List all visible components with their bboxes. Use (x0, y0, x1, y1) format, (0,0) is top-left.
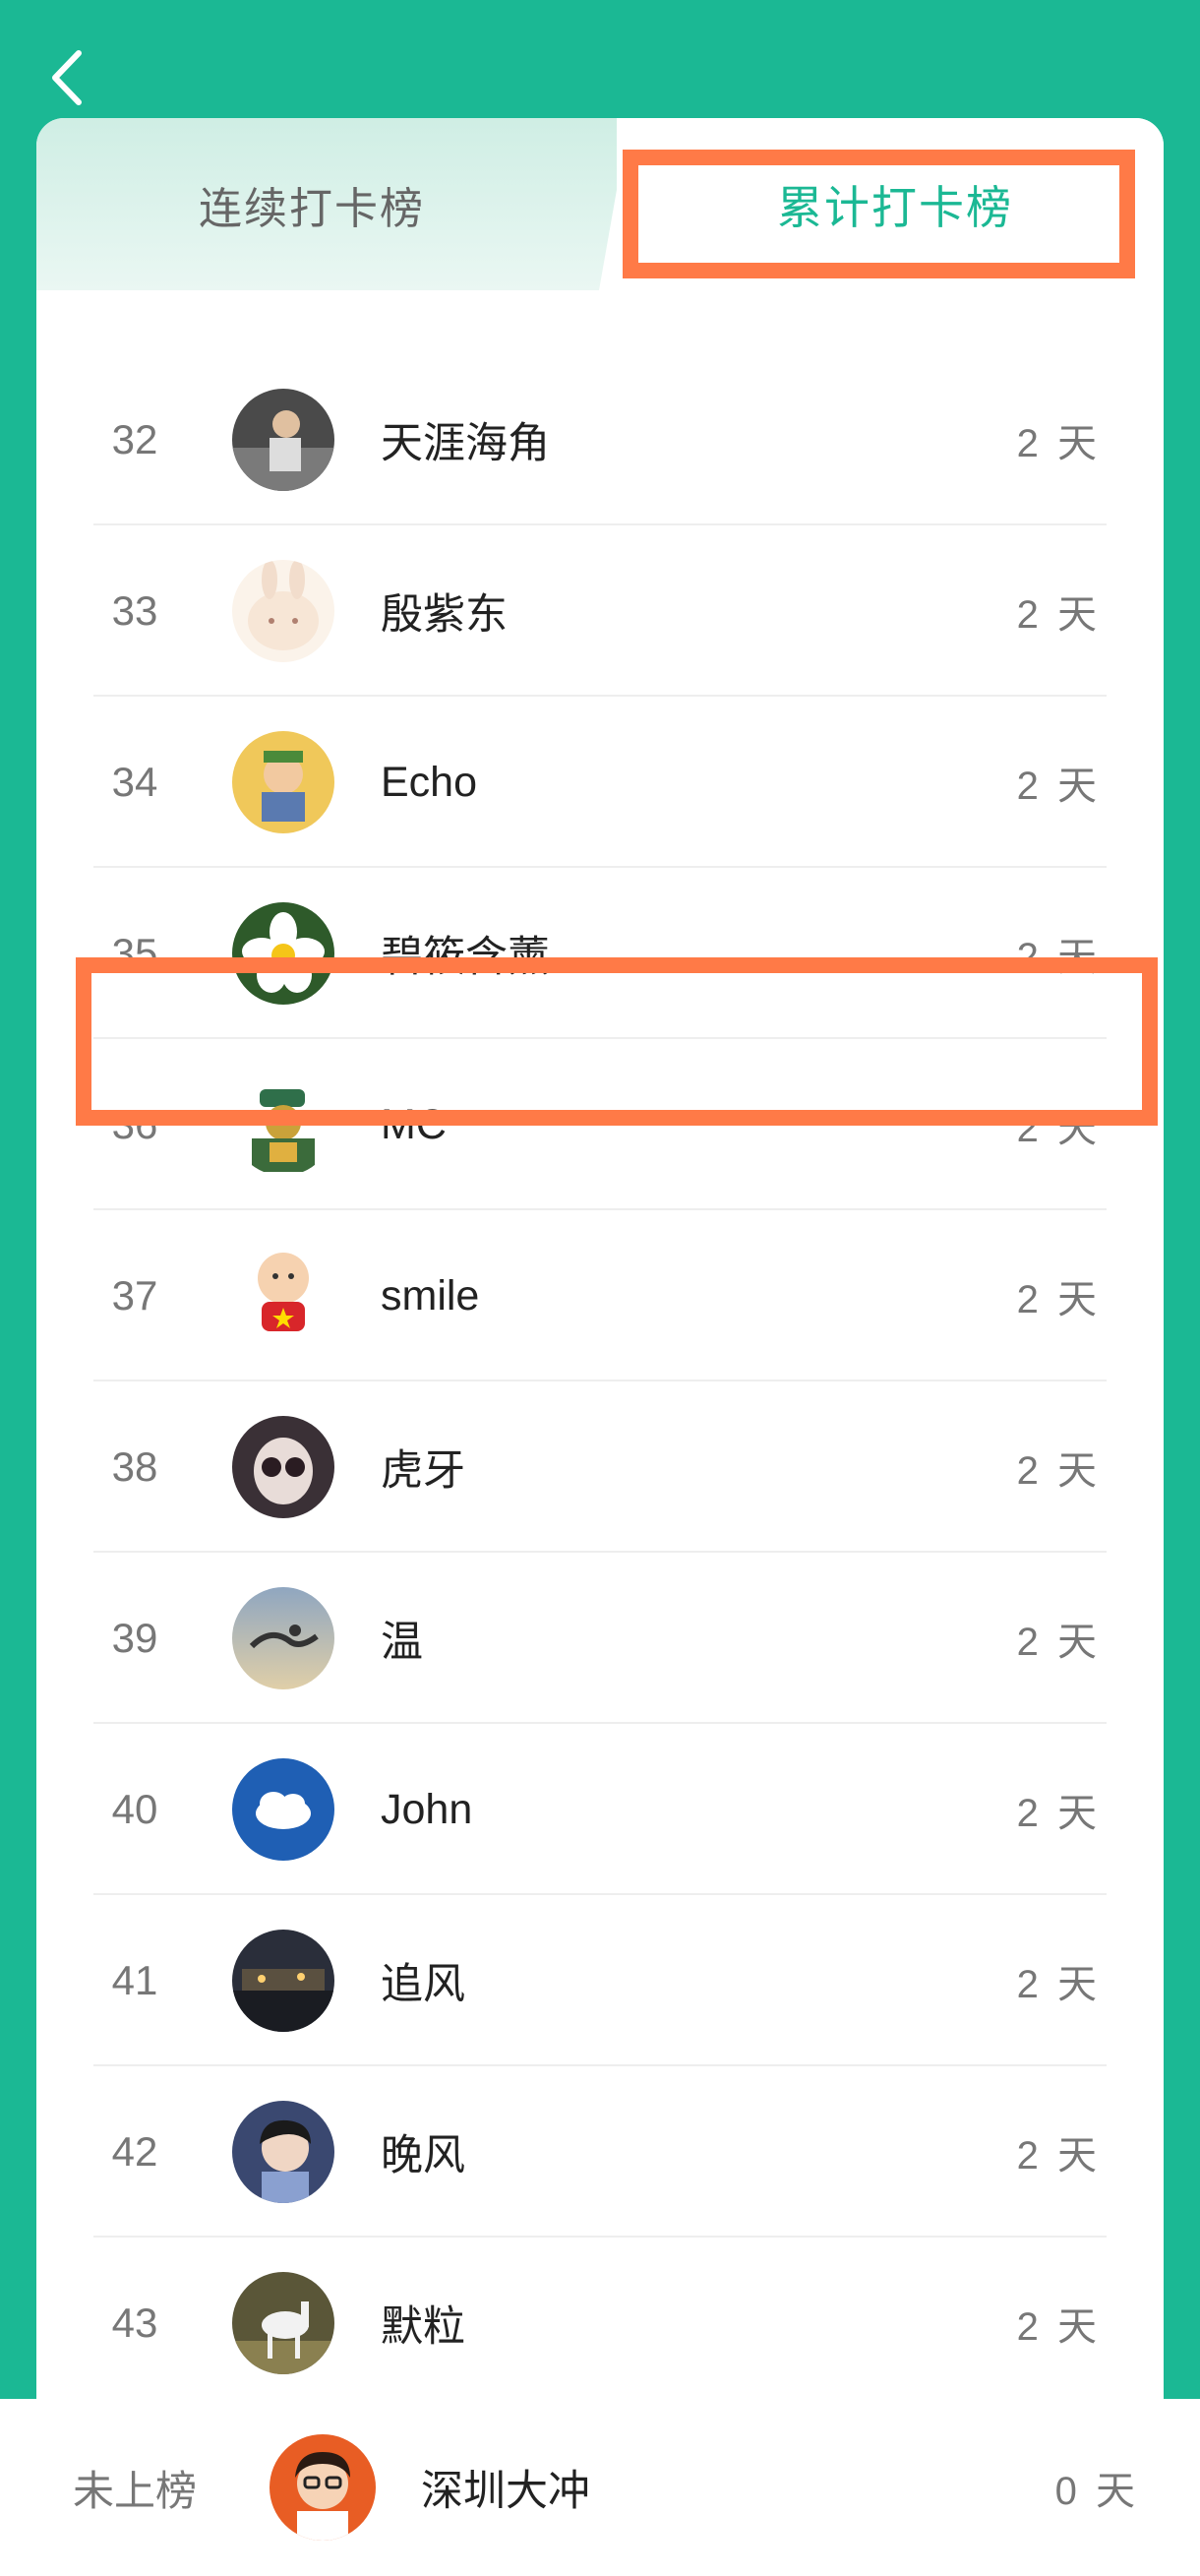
avatar (232, 389, 334, 491)
avatar (232, 2272, 334, 2374)
rank-number: 40 (111, 1786, 158, 1832)
avatar (232, 1073, 334, 1176)
rank-row[interactable]: 32 天涯海角 2 天 (36, 354, 1164, 525)
avatar (232, 2101, 334, 2203)
user-name: John (381, 1785, 473, 1833)
rank-row[interactable]: 41 追风 2 天 (36, 1895, 1164, 2066)
avatar (232, 1416, 334, 1518)
days-count: 2 天 (1016, 1449, 1101, 1493)
rank-number: 38 (111, 1443, 158, 1490)
tab-consecutive[interactable]: 连续打卡榜 (36, 118, 617, 290)
my-rank-status: 未上榜 (73, 2467, 198, 2514)
rank-row[interactable]: 37 smile 2 天 (36, 1210, 1164, 1381)
days-count: 2 天 (1016, 2305, 1101, 2349)
avatar (232, 731, 334, 833)
tab-consecutive-label: 连续打卡榜 (199, 184, 425, 233)
rank-row[interactable]: 40 John 2 天 (36, 1724, 1164, 1895)
user-name: 碧筱含薰 (381, 934, 550, 981)
my-days-count: 0 天 (1054, 2470, 1139, 2513)
rank-number: 34 (111, 759, 158, 805)
days-count: 2 天 (1016, 1621, 1101, 1664)
rank-number: 32 (111, 416, 158, 462)
tab-cumulative[interactable]: 累计打卡榜 (627, 118, 1164, 290)
leaderboard-panel: 连续打卡榜 累计打卡榜 32 天涯海角 2 天 33 殷紫东 2 天 34 Ec… (36, 118, 1164, 2440)
rank-number: 35 (111, 930, 158, 976)
days-count: 2 天 (1016, 1278, 1101, 1321)
rank-row[interactable]: 34 Echo 2 天 (36, 697, 1164, 868)
chevron-left-icon (52, 50, 82, 105)
user-name: 默粒 (381, 2303, 465, 2351)
avatar (232, 902, 334, 1005)
user-name: 殷紫东 (381, 591, 508, 639)
user-name: 追风 (381, 1961, 465, 2008)
user-name: 温 (381, 1619, 423, 1666)
rank-number: 39 (111, 1615, 158, 1661)
my-name: 深圳大冲 (421, 2468, 590, 2515)
avatar (232, 560, 334, 662)
user-name: 天涯海角 (381, 420, 550, 467)
rank-row[interactable]: 36 MC 2 天 (36, 1039, 1164, 1210)
user-name: Echo (381, 758, 478, 806)
user-name: smile (381, 1271, 480, 1319)
avatar (232, 1245, 334, 1347)
days-count: 2 天 (1016, 1963, 1101, 2006)
rank-number: 43 (111, 2300, 158, 2346)
rank-row[interactable]: 33 殷紫东 2 天 (36, 525, 1164, 697)
back-button[interactable] (43, 41, 92, 114)
days-count: 2 天 (1016, 422, 1101, 465)
rank-row[interactable]: 35 碧筱含薰 2 天 (36, 868, 1164, 1039)
rank-row[interactable]: 43 默粒 2 天 (36, 2238, 1164, 2409)
rank-number: 36 (111, 1101, 158, 1147)
user-name: 晚风 (381, 2132, 465, 2179)
rank-number: 37 (111, 1272, 158, 1319)
days-count: 2 天 (1016, 1792, 1101, 1835)
my-avatar (270, 2434, 376, 2541)
avatar (232, 1587, 334, 1689)
rank-row[interactable]: 39 温 2 天 (36, 1553, 1164, 1724)
rank-list: 32 天涯海角 2 天 33 殷紫东 2 天 34 Echo 2 天 35 碧筱… (36, 354, 1164, 2440)
days-count: 2 天 (1016, 2134, 1101, 2177)
days-count: 2 天 (1016, 593, 1101, 637)
rank-number: 41 (111, 1957, 158, 2003)
rank-row[interactable]: 38 虎牙 2 天 (36, 1381, 1164, 1553)
rank-number: 33 (111, 587, 158, 634)
rank-row[interactable]: 42 晚风 2 天 (36, 2066, 1164, 2238)
user-name: 虎牙 (381, 1447, 465, 1495)
days-count: 2 天 (1016, 936, 1101, 979)
days-count: 2 天 (1016, 1107, 1101, 1150)
rank-number: 42 (111, 2128, 158, 2175)
user-name: MC (381, 1100, 447, 1148)
avatar (232, 1930, 334, 2032)
days-count: 2 天 (1016, 765, 1101, 808)
avatar (232, 1758, 334, 1861)
my-rank-bar: 未上榜 深圳大冲 0 天 (0, 2399, 1200, 2576)
